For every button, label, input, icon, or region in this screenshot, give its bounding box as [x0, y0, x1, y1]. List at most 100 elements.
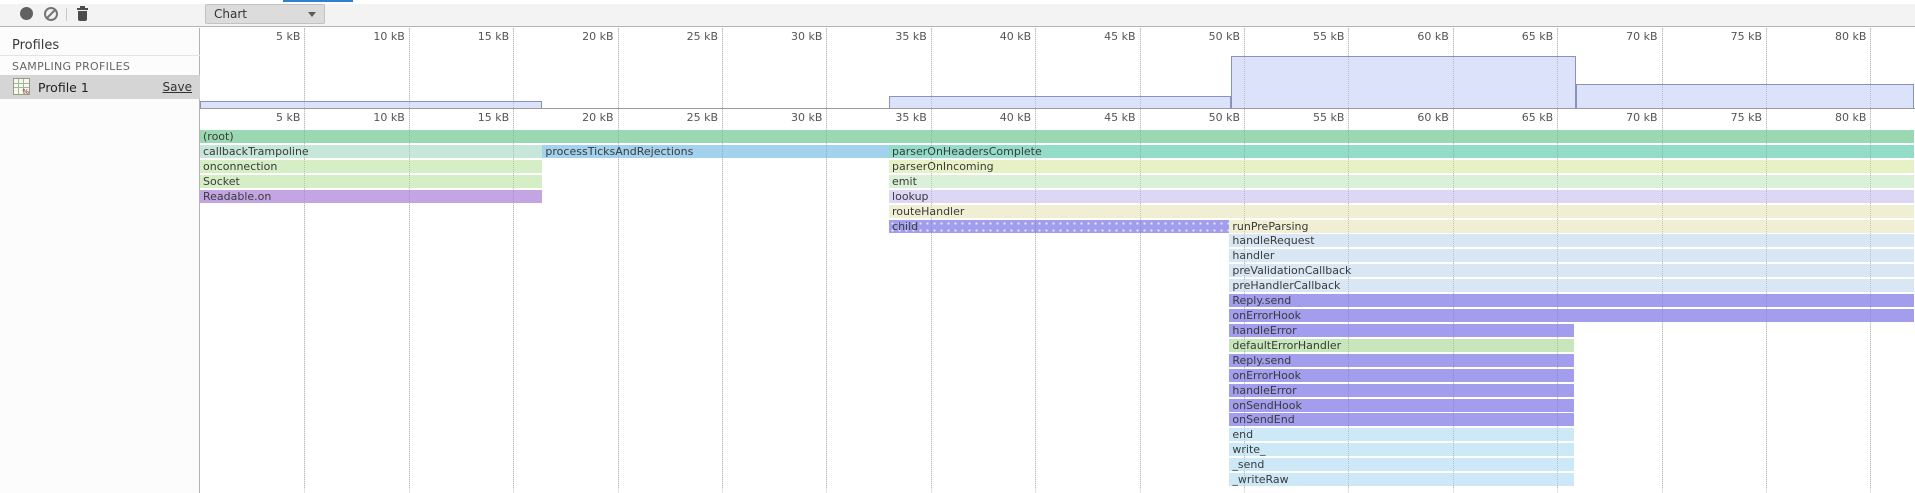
overview-step[interactable] — [889, 96, 1231, 108]
ruler-label: 30 kB — [752, 111, 822, 124]
ruler-label: 50 kB — [1170, 111, 1240, 124]
overview-ruler-label: 55 kB — [1274, 30, 1344, 43]
gridline-dotted — [1766, 28, 1767, 488]
flame-bar[interactable]: handler — [1229, 249, 1914, 262]
gridline-dotted — [1870, 28, 1871, 488]
flame-bar[interactable]: handleError — [1229, 384, 1574, 397]
flame-bar[interactable]: routeHandler — [889, 205, 1914, 218]
ruler-label: 20 kB — [544, 111, 614, 124]
flame-bar[interactable]: Socket — [200, 175, 542, 188]
ruler-label: 65 kB — [1483, 111, 1553, 124]
profile-name: Profile 1 — [38, 80, 89, 95]
flame-bar[interactable]: handleRequest — [1229, 234, 1914, 247]
overview-ruler-label: 80 kB — [1796, 30, 1866, 43]
overview-step[interactable] — [200, 101, 542, 108]
overview-ruler-label: 10 kB — [335, 30, 405, 43]
flame-bar[interactable]: handleError — [1229, 324, 1574, 337]
flame-bar-label: Readable.on — [203, 190, 271, 203]
overview-ruler-label: 35 kB — [857, 30, 927, 43]
overview-separator — [200, 108, 1915, 109]
flame-bar-label: handler — [1232, 249, 1274, 262]
ruler-label: 15 kB — [439, 111, 509, 124]
flame-bar[interactable]: Reply.send — [1229, 354, 1574, 367]
flame-bar[interactable]: onErrorHook — [1229, 309, 1914, 322]
record-icon[interactable] — [20, 7, 33, 20]
overview-ruler-label: 70 kB — [1588, 30, 1658, 43]
flame-bar[interactable]: parserOnHeadersComplete — [889, 145, 1914, 158]
flame-bar[interactable]: write_ — [1229, 443, 1574, 456]
ruler-label: 70 kB — [1588, 111, 1658, 124]
save-profile-link[interactable]: Save — [163, 80, 192, 94]
flame-bar-label: parserOnIncoming — [892, 160, 994, 173]
flame-bar[interactable]: preHandlerCallback — [1229, 279, 1914, 292]
profile-list-item[interactable]: % Profile 1 Save — [0, 75, 200, 99]
ruler-label: 80 kB — [1796, 111, 1866, 124]
flame-bar-label: handleError — [1232, 324, 1296, 337]
flame-bar-label: preValidationCallback — [1232, 264, 1351, 277]
ruler-label: 35 kB — [857, 111, 927, 124]
flame-bar[interactable]: onErrorHook — [1229, 369, 1574, 382]
flame-bar[interactable]: runPreParsing — [1229, 220, 1914, 233]
overview-step[interactable] — [1576, 84, 1914, 108]
gridline-dotted — [931, 28, 932, 488]
flame-bar[interactable]: (root) — [200, 130, 1914, 143]
flame-bar[interactable]: emit — [889, 175, 1914, 188]
flame-bar[interactable]: child — [889, 220, 1229, 233]
flame-bar[interactable]: callbackTrampoline — [200, 145, 542, 158]
flame-bar-label: onErrorHook — [1232, 369, 1301, 382]
overview-ruler-label: 25 kB — [648, 30, 718, 43]
flame-bar[interactable]: _writeRaw — [1229, 473, 1574, 486]
gridline-dotted — [304, 28, 305, 488]
view-mode-select[interactable]: Chart — [205, 4, 325, 24]
flame-bar[interactable]: processTicksAndRejections — [542, 145, 889, 158]
overview-ruler-label: 40 kB — [961, 30, 1031, 43]
ruler-label: 5 kB — [230, 111, 300, 124]
flame-bar[interactable]: _send — [1229, 458, 1574, 471]
overview-ruler-label: 50 kB — [1170, 30, 1240, 43]
gridline-dotted — [1035, 28, 1036, 488]
flame-bar[interactable]: lookup — [889, 190, 1914, 203]
gridline-dotted — [1557, 28, 1558, 488]
flame-bar[interactable]: onSendEnd — [1229, 413, 1574, 426]
flame-bar-label: parserOnHeadersComplete — [892, 145, 1042, 158]
gridline-dotted — [1140, 28, 1141, 488]
flame-bar-label: _writeRaw — [1232, 473, 1288, 486]
toolbar: Chart — [0, 0, 1915, 28]
flame-bar-label: callbackTrampoline — [203, 145, 309, 158]
gridline-dotted — [1453, 28, 1454, 488]
overview-ruler-label: 20 kB — [544, 30, 614, 43]
flame-bar[interactable]: onconnection — [200, 160, 542, 173]
flame-bar-label: write_ — [1232, 443, 1265, 456]
gridline-dotted — [722, 28, 723, 488]
overview-ruler-label: 65 kB — [1483, 30, 1553, 43]
flame-bar-label: processTicksAndRejections — [545, 145, 693, 158]
overview-ruler-label: 30 kB — [752, 30, 822, 43]
flame-bar[interactable]: defaultErrorHandler — [1229, 339, 1574, 352]
flame-bar-label: Reply.send — [1232, 354, 1291, 367]
flame-bar[interactable]: preValidationCallback — [1229, 264, 1914, 277]
gridline-dotted — [513, 28, 514, 488]
flame-bar-label: onSendHook — [1232, 399, 1302, 412]
overview-step[interactable] — [1231, 56, 1576, 108]
sidebar-divider — [0, 55, 200, 56]
flame-bar[interactable]: onSendHook — [1229, 399, 1574, 412]
flame-bar[interactable]: Reply.send — [1229, 294, 1914, 307]
overview-ruler-label: 75 kB — [1692, 30, 1762, 43]
chevron-down-icon — [308, 12, 316, 17]
view-mode-value: Chart — [214, 7, 247, 21]
toolbar-separator — [66, 8, 67, 21]
ruler-label: 60 kB — [1379, 111, 1449, 124]
flame-bar[interactable]: Readable.on — [200, 190, 542, 203]
clear-all-icon[interactable] — [44, 7, 58, 21]
ruler-label: 40 kB — [961, 111, 1031, 124]
trash-icon[interactable] — [76, 7, 89, 22]
gridline-dotted — [1244, 28, 1245, 488]
overview-ruler-label: 15 kB — [439, 30, 509, 43]
flame-bar-label: onconnection — [203, 160, 277, 173]
flame-bar[interactable]: parserOnIncoming — [889, 160, 1914, 173]
flame-bar[interactable]: end — [1229, 428, 1574, 441]
flame-bar-label: _send — [1232, 458, 1264, 471]
gridline-dotted — [1348, 28, 1349, 488]
flame-bar-label: onErrorHook — [1232, 309, 1301, 322]
flame-bar-label: Socket — [203, 175, 240, 188]
